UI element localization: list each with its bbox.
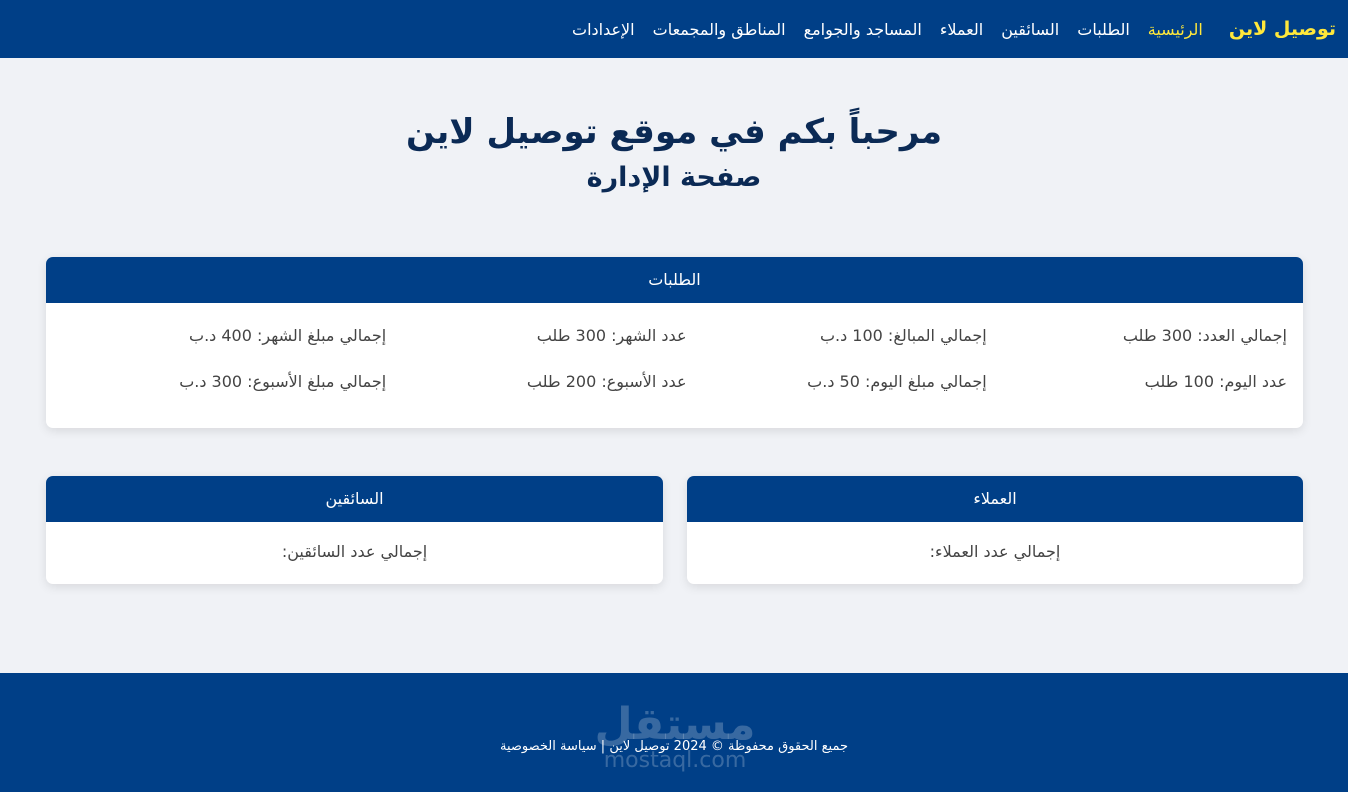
- customers-total-label: إجمالي عدد العملاء:: [929, 542, 1061, 561]
- stat-month-count: عدد الشهر: 300 طلب: [536, 326, 687, 345]
- top-navbar: توصيل لاين الرئيسية الطلبات السائقين الع…: [0, 0, 1348, 58]
- hero-section: مرحباً بكم في موقع توصيل لاين صفحة الإدا…: [0, 58, 1348, 196]
- stat-day-amount: إجمالي مبلغ اليوم: 50 د.ب: [807, 372, 987, 391]
- nav-link-customers[interactable]: العملاء: [940, 20, 983, 39]
- customers-card-header: العملاء: [687, 476, 1303, 522]
- orders-card: الطلبات إجمالي العدد: 300 طلب إجمالي الم…: [46, 257, 1303, 428]
- orders-card-header: الطلبات: [46, 257, 1303, 303]
- nav-link-mosques[interactable]: المساجد والجوامع: [804, 20, 922, 39]
- drivers-total-label: إجمالي عدد السائقين:: [281, 542, 428, 561]
- page-title: مرحباً بكم في موقع توصيل لاين: [405, 112, 943, 152]
- customers-card: العملاء إجمالي عدد العملاء:: [687, 476, 1303, 584]
- drivers-card-header: السائقين: [46, 476, 663, 522]
- nav-link-settings[interactable]: الإعدادات: [572, 20, 635, 39]
- watermark-logo: مستقل mostaql.com: [560, 701, 790, 773]
- nav-link-orders[interactable]: الطلبات: [1077, 20, 1130, 39]
- nav-link-drivers[interactable]: السائقين: [1001, 20, 1059, 39]
- footer-line: جميع الحقوق محفوظة © 2024 توصيل لاين | س…: [0, 739, 1348, 754]
- stat-week-amount: إجمالي مبلغ الأسبوع: 300 د.ب: [179, 372, 387, 391]
- drivers-card: السائقين إجمالي عدد السائقين:: [46, 476, 663, 584]
- page-footer: مستقل mostaql.com جميع الحقوق محفوظة © 2…: [0, 673, 1348, 792]
- nav-link-home[interactable]: الرئيسية: [1148, 20, 1203, 39]
- footer-separator: |: [600, 739, 606, 754]
- stat-day-count: عدد اليوم: 100 طلب: [1144, 372, 1287, 391]
- nav-link-areas[interactable]: المناطق والمجمعات: [653, 20, 786, 39]
- orders-stats-grid: إجمالي العدد: 300 طلب إجمالي المبالغ: 10…: [46, 303, 1303, 394]
- page-subtitle: صفحة الإدارة: [586, 162, 762, 193]
- stat-total-amount: إجمالي المبالغ: 100 د.ب: [819, 326, 987, 345]
- stat-week-count: عدد الأسبوع: 200 طلب: [526, 372, 687, 391]
- stat-month-amount: إجمالي مبلغ الشهر: 400 د.ب: [189, 326, 387, 345]
- stat-total-count: إجمالي العدد: 300 طلب: [1122, 326, 1287, 345]
- brand-logo[interactable]: توصيل لاين: [1229, 18, 1336, 40]
- privacy-policy-link[interactable]: سياسة الخصوصية: [500, 739, 597, 754]
- footer-copyright: جميع الحقوق محفوظة © 2024 توصيل لاين: [609, 739, 848, 754]
